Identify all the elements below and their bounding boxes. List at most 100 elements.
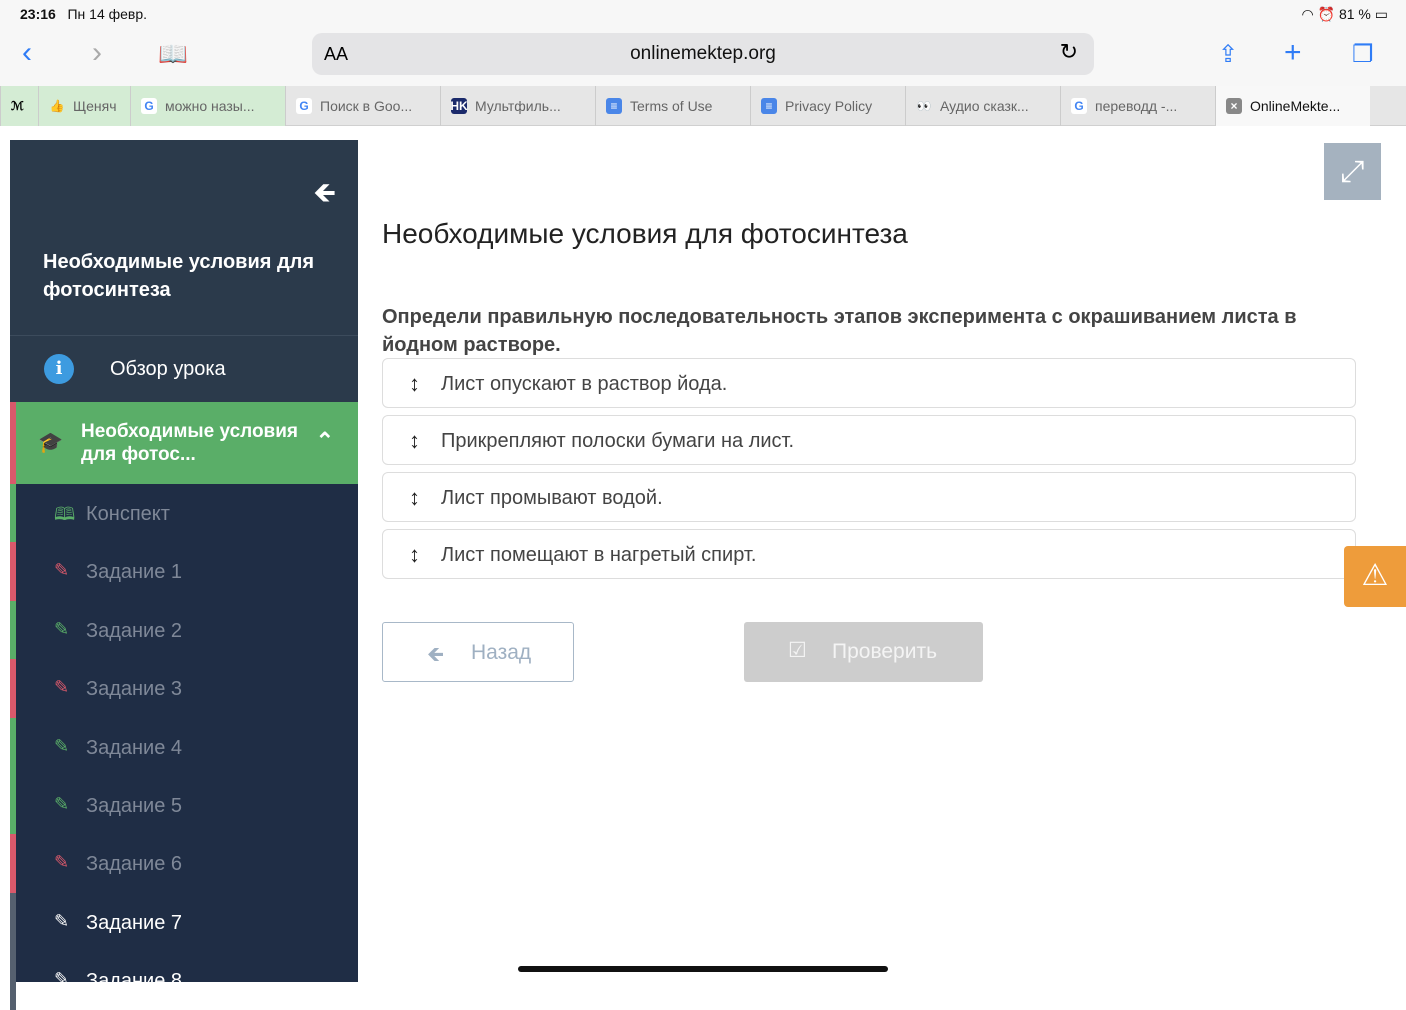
info-icon: i (44, 354, 74, 384)
tab[interactable]: Gпереводд -... (1060, 86, 1215, 126)
tab[interactable]: ≡ Privacy Policy (750, 86, 905, 126)
edit-icon: ✎ (54, 677, 70, 698)
drag-handle-icon[interactable]: ↕ (409, 371, 420, 397)
edit-icon: ✎ (54, 560, 70, 581)
lesson-label: Необходимые условия для фотос... (81, 421, 299, 465)
eyes-icon: 👀 (916, 99, 932, 113)
check-button[interactable]: ☑ Проверить (744, 622, 983, 682)
new-tab-icon[interactable]: + (1284, 36, 1302, 70)
sidebar-item-task[interactable]: 🕮 Конспект (10, 484, 358, 543)
close-icon: × (1226, 98, 1242, 114)
tab[interactable]: Gможно назы... (130, 86, 285, 126)
edit-icon: ✎ (54, 793, 70, 814)
drag-handle-icon[interactable]: ↕ (409, 485, 420, 511)
edit-icon: ✎ (54, 910, 70, 931)
tab-label: Privacy Policy (785, 98, 873, 114)
sidebar-title: Необходимые условия для фотосинтеза (43, 251, 315, 301)
sidebar-item-label: Задание 6 (86, 853, 183, 876)
sidebar-item-task[interactable]: ✎ Задание 5 (10, 775, 358, 835)
date: Пн 14 февр. (67, 6, 148, 22)
book-icon: 🕮 (54, 504, 76, 524)
sidebar-item-overview[interactable]: i Обзор урока (10, 336, 358, 402)
back-button[interactable]: 🡸 Назад (382, 622, 574, 682)
home-indicator (518, 966, 888, 972)
docs-icon: ≡ (606, 98, 622, 114)
share-icon[interactable]: ⇪ (1218, 40, 1238, 69)
tabs-icon[interactable]: ❐ (1352, 40, 1374, 69)
battery-percent: 81 % (1338, 6, 1371, 22)
sidebar-item-lesson[interactable]: 🎓 Необходимые условия для фотос... ⌃ (10, 402, 358, 484)
tab[interactable]: 👍 Щеняч (38, 86, 130, 126)
back-label: Назад (471, 641, 532, 664)
sidebar-item-task[interactable]: ✎ Задание 8 (10, 951, 358, 1010)
status-bar: 23:16 Пн 14 февр. ◠ ⏰ 81 % ▭ (0, 0, 1406, 28)
sidebar-item-label: Задание 5 (86, 794, 183, 817)
sidebar-item-task[interactable]: ✎ Задание 4 (10, 717, 358, 776)
reload-icon[interactable]: ↻ (1060, 39, 1078, 65)
tab[interactable]: × OnlineMekte... (1215, 86, 1370, 126)
google-icon: G (296, 98, 312, 114)
arrow-left-icon[interactable]: 🡸 (313, 172, 336, 220)
tab-label: можно назы... (165, 98, 255, 114)
tab[interactable]: 👀 Аудио сказк... (905, 86, 1060, 126)
sidebar-item-label: Задание 2 (86, 619, 183, 642)
address-bar[interactable]: AA onlinemektep.org ↻ (312, 33, 1094, 75)
alarm-icon: ⏰ (1317, 6, 1336, 22)
bookmarks-icon[interactable]: 📖 (158, 40, 188, 69)
page-title: Необходимые условия для фотосинтеза (382, 218, 908, 249)
sortable-option[interactable]: ↕ Прикрепляют полоски бумаги на лист. (382, 415, 1356, 465)
check-label: Проверить (832, 640, 938, 663)
edit-icon: ✎ (54, 969, 70, 990)
sidebar-item-label: Задание 4 (86, 736, 183, 759)
back-icon[interactable]: ‹ (22, 36, 32, 70)
google-icon: G (141, 98, 157, 114)
sidebar-item-label: Задание 1 (86, 561, 183, 584)
tab-label: Щеняч (73, 98, 117, 114)
tab[interactable]: HK Мультфиль... (440, 86, 595, 126)
tab-label: Мультфиль... (475, 98, 561, 114)
sidebar-item-task[interactable]: ✎ Задание 1 (10, 542, 358, 601)
tab[interactable]: ℳ (0, 86, 38, 126)
graduation-cap-icon: 🎓 (38, 432, 63, 454)
tab[interactable]: ≡ Terms of Use (595, 86, 750, 126)
sortable-option[interactable]: ↕ Лист помещают в нагретый спирт. (382, 529, 1356, 579)
warning-icon[interactable]: ⚠ (1344, 546, 1406, 607)
sidebar-item-label: Задание 7 (86, 911, 183, 934)
sortable-option[interactable]: ↕ Лист опускают в раствор йода. (382, 358, 1356, 408)
sidebar-item-label: Задание 3 (86, 678, 183, 701)
overview-label: Обзор урока (110, 358, 226, 380)
check-square-icon: ☑ (788, 639, 807, 662)
google-icon: G (1071, 98, 1087, 114)
battery-icon: ▭ (1374, 6, 1388, 22)
browser-toolbar: ‹ › 📖 AA onlinemektep.org ↻ ⇪ + ❐ (0, 28, 1406, 86)
drag-handle-icon[interactable]: ↕ (409, 428, 420, 454)
fullscreen-icon[interactable]: ⤢ (1324, 143, 1381, 200)
tab-label: Поиск в Goo... (320, 98, 413, 114)
question-text: Определи правильную последовательность э… (382, 306, 1297, 356)
option-label: Лист опускают в раствор йода. (441, 373, 728, 395)
tab-label: Terms of Use (630, 98, 713, 114)
drag-handle-icon[interactable]: ↕ (409, 542, 420, 568)
url-text[interactable]: onlinemektep.org (312, 43, 1094, 65)
sidebar-item-task[interactable]: ✎ Задание 6 (10, 834, 358, 893)
arrow-left-icon: 🡸 (427, 643, 445, 666)
option-label: Прикрепляют полоски бумаги на лист. (441, 430, 795, 452)
chevron-up-icon[interactable]: ⌃ (316, 428, 334, 454)
thumb-up-icon: 👍 (49, 99, 65, 113)
edit-icon: ✎ (54, 618, 70, 639)
option-label: Лист помещают в нагретый спирт. (441, 544, 757, 566)
time: 23:16 (20, 6, 56, 22)
forward-icon[interactable]: › (92, 36, 102, 70)
edit-icon: ✎ (54, 852, 70, 873)
sidebar-item-task[interactable]: ✎ Задание 3 (10, 659, 358, 718)
sidebar-item-task[interactable]: ✎ Задание 7 (10, 892, 358, 952)
sortable-option[interactable]: ↕ Лист промывают водой. (382, 472, 1356, 522)
tab-label: переводд -... (1095, 98, 1178, 114)
docs-icon: ≡ (761, 98, 777, 114)
wifi-icon: ◠ (1301, 6, 1314, 22)
tab[interactable]: G Поиск в Goo... (285, 86, 440, 126)
option-label: Лист промывают водой. (441, 487, 663, 509)
sidebar-item-task[interactable]: ✎ Задание 2 (10, 600, 358, 660)
tab-bar: ℳ 👍 Щеняч Gможно назы... G Поиск в Goo... HK Му… (0, 86, 1406, 126)
edit-icon: ✎ (54, 735, 70, 756)
